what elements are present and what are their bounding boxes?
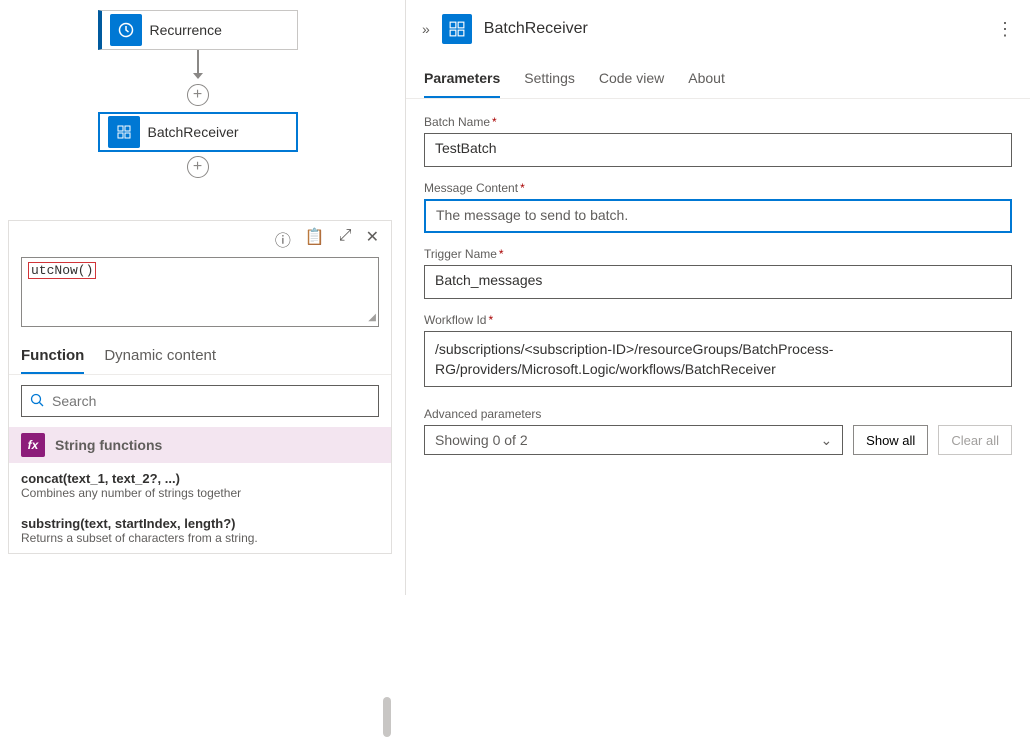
add-step-button[interactable]: + xyxy=(187,156,209,178)
expression-input[interactable]: utcNow() ◢ xyxy=(21,257,379,327)
trigger-name-label: Trigger Name* xyxy=(424,247,1012,261)
fx-icon: fx xyxy=(21,433,45,457)
flow-node-recurrence[interactable]: Recurrence xyxy=(98,10,298,50)
detail-title: BatchReceiver xyxy=(484,20,996,38)
show-all-button[interactable]: Show all xyxy=(853,425,928,455)
advanced-parameters-select[interactable]: Showing 0 of 2 ⌄ xyxy=(424,425,843,455)
detail-pane: » BatchReceiver ⋮ Parameters Settings Co… xyxy=(405,0,1030,595)
function-title: substring(text, startIndex, length?) xyxy=(21,516,379,531)
expression-code: utcNow() xyxy=(28,262,96,279)
category-label: String functions xyxy=(55,437,162,453)
search-icon xyxy=(30,393,44,410)
grid-icon xyxy=(108,116,140,148)
category-string-functions[interactable]: fx String functions xyxy=(9,427,391,463)
workflow-id-input[interactable]: /subscriptions/<subscription-ID>/resourc… xyxy=(424,331,1012,387)
search-input[interactable] xyxy=(52,393,370,409)
function-description: Combines any number of strings together xyxy=(21,486,379,500)
designer-canvas: Recurrence + BatchReceiver + ⓘ 📋 ⤢ ✕ utc… xyxy=(0,0,395,595)
scrollbar-thumb[interactable] xyxy=(383,697,391,737)
trigger-name-input[interactable]: Batch_messages xyxy=(424,265,1012,299)
expression-panel: ⓘ 📋 ⤢ ✕ utcNow() ◢ Function Dynamic cont… xyxy=(8,220,392,554)
function-item-substring[interactable]: substring(text, startIndex, length?) Ret… xyxy=(9,508,391,553)
select-value: Showing 0 of 2 xyxy=(435,432,528,448)
tab-settings[interactable]: Settings xyxy=(524,64,575,98)
flow-node-batchreceiver[interactable]: BatchReceiver xyxy=(98,112,298,152)
clock-icon xyxy=(110,14,142,46)
workflow-id-label: Workflow Id* xyxy=(424,313,1012,327)
resize-handle-icon[interactable]: ◢ xyxy=(368,312,376,324)
tab-function[interactable]: Function xyxy=(21,341,84,374)
add-step-button[interactable]: + xyxy=(187,84,209,106)
batch-name-label: Batch Name* xyxy=(424,115,1012,129)
message-content-label: Message Content* xyxy=(424,181,1012,195)
advanced-parameters-label: Advanced parameters xyxy=(424,407,843,421)
grid-icon xyxy=(442,14,472,44)
expression-tabs: Function Dynamic content xyxy=(9,335,391,375)
message-content-input[interactable]: The message to send to batch. xyxy=(424,199,1012,233)
function-item-concat[interactable]: concat(text_1, text_2?, ...) Combines an… xyxy=(9,463,391,508)
node-label: BatchReceiver xyxy=(148,124,239,140)
tab-about[interactable]: About xyxy=(688,64,725,98)
collapse-icon[interactable]: » xyxy=(422,21,430,37)
connector-line xyxy=(197,50,199,78)
search-box[interactable] xyxy=(21,385,379,417)
node-label: Recurrence xyxy=(150,22,222,38)
expression-toolbar: ⓘ 📋 ⤢ ✕ xyxy=(9,221,391,257)
clipboard-icon[interactable]: 📋 xyxy=(305,227,325,251)
detail-tabs: Parameters Settings Code view About xyxy=(406,54,1030,99)
info-icon[interactable]: ⓘ xyxy=(275,227,291,251)
expand-icon[interactable]: ⤢ xyxy=(339,227,352,251)
close-icon[interactable]: ✕ xyxy=(366,227,379,251)
function-title: concat(text_1, text_2?, ...) xyxy=(21,471,379,486)
tab-dynamic-content[interactable]: Dynamic content xyxy=(104,341,216,374)
batch-name-input[interactable]: TestBatch xyxy=(424,133,1012,167)
tab-parameters[interactable]: Parameters xyxy=(424,64,500,98)
more-icon[interactable]: ⋮ xyxy=(996,19,1014,40)
function-description: Returns a subset of characters from a st… xyxy=(21,531,379,545)
tab-code-view[interactable]: Code view xyxy=(599,64,664,98)
clear-all-button: Clear all xyxy=(938,425,1012,455)
chevron-down-icon: ⌄ xyxy=(820,432,832,449)
